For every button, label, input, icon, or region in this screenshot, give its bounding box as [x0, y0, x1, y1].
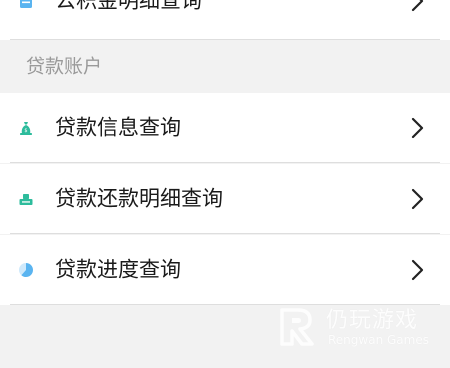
chevron-right-icon — [411, 117, 424, 139]
document-icon — [20, 0, 32, 8]
section-title: 贷款账户 — [26, 55, 103, 77]
progress-pie-icon — [19, 263, 33, 277]
row-divider — [10, 233, 440, 234]
menu-item-provident-fund-detail[interactable]: 公积金明细查询 — [0, 0, 450, 40]
section-header-loan-account: 贷款账户 — [0, 40, 450, 93]
menu-item-loan-progress[interactable]: 贷款进度查询 — [0, 235, 450, 305]
watermark-logo-icon — [280, 308, 314, 346]
svg-text:$: $ — [24, 128, 27, 134]
repayment-tray-icon — [19, 194, 33, 205]
chevron-right-icon — [411, 188, 424, 210]
menu-item-label: 公积金明细查询 — [55, 0, 202, 13]
menu-item-label: 贷款还款明细查询 — [55, 186, 223, 211]
watermark-subtitle: Rengwan Games — [328, 333, 429, 347]
chevron-right-icon — [411, 259, 424, 281]
money-bag-icon: $ — [20, 122, 32, 135]
chevron-right-icon — [411, 0, 424, 12]
menu-item-label: 贷款进度查询 — [55, 257, 181, 282]
watermark-title: 仍玩游戏 — [326, 308, 419, 333]
menu-item-loan-info[interactable]: $ 贷款信息查询 — [0, 93, 450, 163]
row-divider — [10, 162, 440, 163]
watermark: 仍玩游戏 Rengwan Games — [276, 300, 446, 352]
menu-item-label: 贷款信息查询 — [55, 115, 181, 140]
menu-item-loan-repayment-detail[interactable]: 贷款还款明细查询 — [0, 164, 450, 234]
